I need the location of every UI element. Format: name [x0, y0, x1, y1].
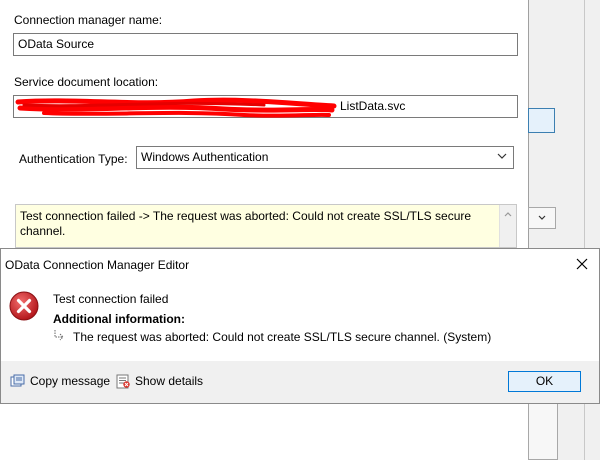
chevron-down-icon	[538, 215, 546, 220]
dialog-main-message: Test connection failed	[53, 292, 169, 306]
service-location-visible-text: ListData.svc	[340, 99, 406, 113]
copy-message-label: Copy message	[30, 374, 111, 388]
message-scrollbar[interactable]	[499, 205, 516, 247]
auth-type-select[interactable]: Windows Authentication	[136, 146, 514, 169]
show-details-label: Show details	[135, 374, 204, 388]
copy-icon	[10, 374, 25, 387]
connection-name-label: Connection manager name:	[14, 13, 163, 27]
error-dialog: OData Connection Manager Editor Test con…	[0, 248, 600, 404]
side-bottom-button[interactable]	[528, 398, 558, 460]
chevron-down-icon	[497, 153, 507, 159]
connection-name-input[interactable]: OData Source	[13, 33, 518, 56]
copy-message-button[interactable]: Copy message	[10, 371, 110, 391]
ok-button[interactable]: OK	[508, 371, 581, 392]
chevron-up-icon	[504, 212, 512, 217]
test-result-text: Test connection failed -> The request wa…	[20, 209, 472, 238]
side-dropdown[interactable]	[528, 207, 556, 229]
test-result-message: Test connection failed -> The request wa…	[15, 204, 517, 248]
additional-info-detail: The request was aborted: Could not creat…	[73, 330, 492, 344]
auth-type-label: Authentication Type:	[19, 152, 128, 166]
error-icon	[9, 291, 39, 321]
show-details-button[interactable]: Show details	[116, 371, 203, 391]
additional-info-label: Additional information:	[53, 312, 185, 326]
close-icon[interactable]	[573, 255, 591, 273]
side-button[interactable]	[528, 108, 555, 133]
arrow-detail-icon	[54, 330, 64, 341]
dialog-footer: Copy message Show details OK	[1, 361, 599, 403]
dialog-title: OData Connection Manager Editor	[5, 258, 190, 272]
redaction-scribble	[15, 97, 337, 118]
service-location-label: Service document location:	[14, 75, 159, 89]
auth-type-value: Windows Authentication	[141, 150, 269, 164]
details-icon	[116, 374, 130, 388]
